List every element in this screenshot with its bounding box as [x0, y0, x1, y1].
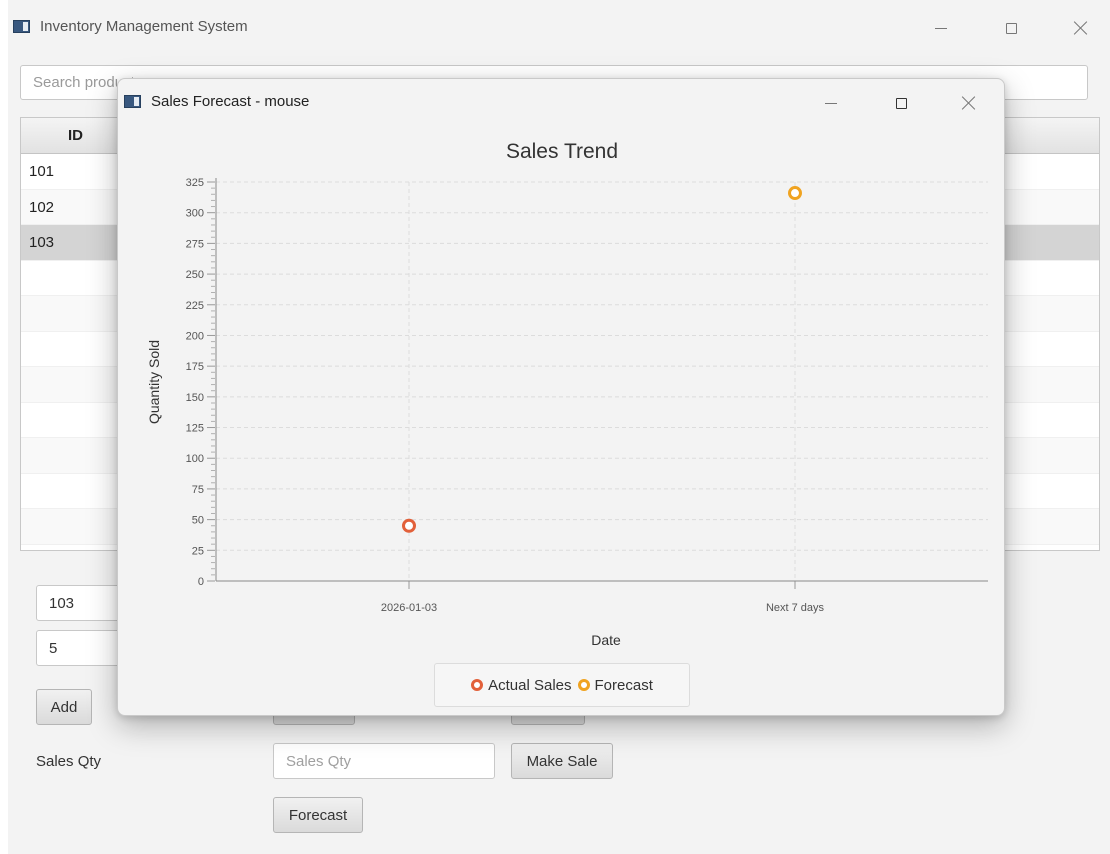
- chart-legend: Actual Sales Forecast: [434, 663, 690, 707]
- maximize-button[interactable]: [988, 12, 1034, 44]
- x-tick-label: Next 7 days: [766, 602, 825, 614]
- legend-label-actual: Actual Sales: [488, 676, 572, 694]
- sales-forecast-dialog[interactable]: Sales Forecast - mouse Sales Trend 0 25 50…: [117, 78, 1005, 716]
- minimize-icon: [935, 27, 947, 29]
- maximize-icon: [1005, 22, 1017, 34]
- window-title: Inventory Management System: [40, 18, 248, 35]
- forecast-marker-icon: [577, 679, 590, 691]
- sales-trend-chart: Sales Trend 0 25 50 75 100 125 150 175 200 225 250…: [146, 140, 988, 648]
- forecast-button[interactable]: Forecast: [273, 797, 363, 833]
- close-icon: [1074, 21, 1088, 35]
- add-button[interactable]: Add: [36, 689, 92, 725]
- app-icon: [13, 20, 30, 33]
- legend-item-actual: Actual Sales: [471, 676, 572, 694]
- chart-title: Sales Trend: [506, 140, 618, 163]
- y-tick-label: 175: [186, 361, 204, 373]
- minimize-button[interactable]: [918, 12, 964, 44]
- title-bar[interactable]: Inventory Management System: [8, 0, 1110, 52]
- y-tick-label: 225: [186, 300, 204, 312]
- y-tick-label: 200: [186, 330, 204, 342]
- y-tick-label: 250: [186, 269, 204, 281]
- y-tick-label: 50: [192, 515, 204, 527]
- y-tick-label: 325: [186, 177, 204, 189]
- y-tick-label: 150: [186, 392, 204, 404]
- legend-label-forecast: Forecast: [594, 676, 653, 694]
- y-tick-label: 0: [198, 576, 204, 588]
- make-sale-button[interactable]: Make Sale: [511, 743, 613, 779]
- y-tick-label: 75: [192, 484, 204, 496]
- y-tick-label: 275: [186, 238, 204, 250]
- y-tick-label: 125: [186, 423, 204, 435]
- y-tick-label: 25: [192, 545, 204, 557]
- y-tick-label: 100: [186, 453, 204, 465]
- sales-qty-label: Sales Qty: [36, 753, 102, 770]
- close-button[interactable]: [1058, 12, 1104, 44]
- forecast-point: [788, 186, 802, 201]
- chart-axes: 0 25 50 75 100 125 150 175 200 225 250 275 300 325 202…: [186, 177, 988, 614]
- y-axis-label: Quantity Sold: [146, 340, 162, 424]
- column-header-id[interactable]: ID: [21, 118, 131, 154]
- x-tick-label: 2026-01-03: [381, 602, 437, 614]
- chart-marks: [402, 186, 802, 533]
- sales-qty-input[interactable]: [273, 743, 495, 779]
- y-tick-label: 300: [186, 208, 204, 220]
- actual-sales-point: [402, 518, 416, 533]
- x-axis-label: Date: [591, 632, 621, 648]
- actual-sales-marker-icon: [471, 679, 484, 691]
- chart-grid: [216, 181, 988, 581]
- legend-item-forecast: Forecast: [577, 676, 653, 694]
